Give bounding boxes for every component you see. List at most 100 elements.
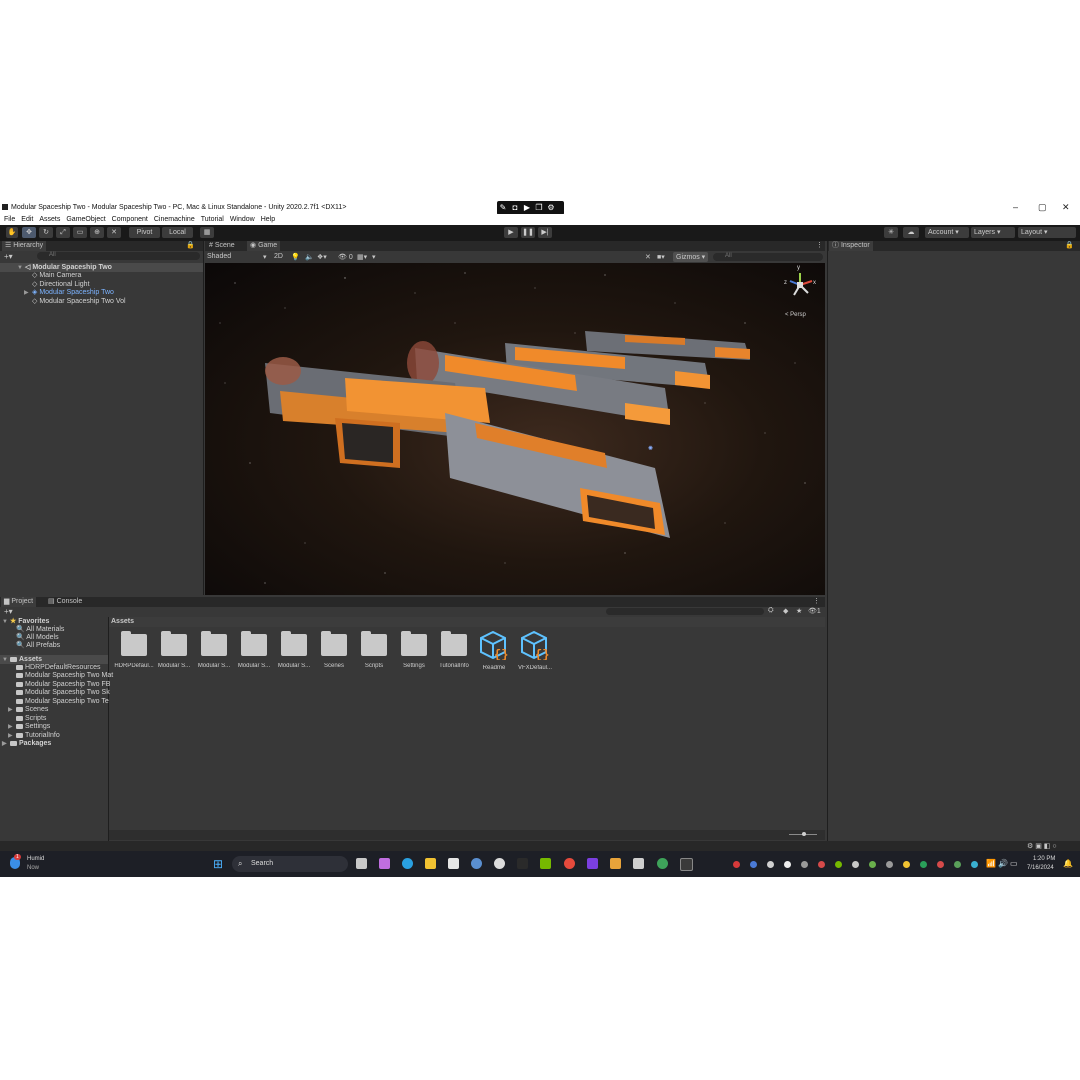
packages-root[interactable]: ▶ Packages [2, 740, 51, 748]
tree-item[interactable]: Modular Spaceship Two Te [16, 698, 109, 706]
asset-folder[interactable]: Modular S... [154, 631, 194, 669]
close-button[interactable]: ✕ [1062, 202, 1070, 213]
volume-icon[interactable]: 🔊 [998, 859, 1008, 868]
copy-icon[interactable]: ❐ [533, 202, 545, 214]
tray-vs-icon[interactable] [852, 861, 859, 868]
camera-icon[interactable]: ◘ [509, 202, 521, 214]
hierarchy-scene-root[interactable]: ▼ ◁ Modular Spaceship Two [17, 264, 112, 272]
app-icon-globe[interactable] [471, 858, 482, 869]
favorites-header[interactable]: ▼ ★ Favorites [2, 618, 49, 626]
chrome-alt-icon[interactable] [657, 858, 668, 869]
tree-item[interactable]: Scripts [16, 715, 46, 723]
rotate-tool-icon[interactable]: ↻ [39, 227, 53, 238]
asset-readme[interactable]: {} Readme [474, 630, 514, 671]
tray-green-icon[interactable] [869, 861, 876, 868]
menu-component[interactable]: Component [112, 214, 148, 225]
assets-root[interactable]: ▼ Assets [2, 656, 42, 664]
task-view-icon[interactable] [356, 858, 367, 869]
account-dropdown[interactable]: Account ▾ [925, 227, 969, 238]
asset-folder[interactable]: HDRPDefaul... [114, 631, 154, 669]
mode-2d-toggle[interactable]: 2D [274, 253, 283, 260]
asset-folder[interactable]: Scripts [354, 631, 394, 669]
lighting-icon[interactable]: 💡 [291, 253, 300, 261]
rect-tool-icon[interactable]: ▭ [73, 227, 87, 238]
grid-snap-icon[interactable]: ▦ [200, 227, 214, 238]
hidden-packages-toggle[interactable]: 👁1 [808, 607, 821, 615]
minimize-button[interactable]: – [1013, 202, 1018, 212]
clipchamp-icon[interactable] [587, 858, 598, 869]
icon-size-slider[interactable] [802, 832, 806, 836]
menu-help[interactable]: Help [261, 214, 275, 225]
wifi-icon[interactable]: 📶 [986, 859, 996, 868]
tray-teams-icon[interactable] [750, 861, 757, 868]
tab-hierarchy[interactable]: ☰ Hierarchy [2, 241, 47, 251]
asset-folder[interactable]: Scenes [314, 631, 354, 669]
menu-file[interactable]: File [4, 214, 15, 225]
scene-search-input[interactable]: All [713, 253, 823, 261]
asset-folder[interactable]: Settings [394, 631, 434, 669]
video-icon[interactable]: ▶ [521, 202, 533, 214]
step-button[interactable]: ▶| [538, 227, 552, 238]
tab-scene[interactable]: # Scene [206, 241, 238, 251]
tray-red-icon[interactable] [937, 861, 944, 868]
asset-folder[interactable]: TutorialInfo [434, 631, 474, 669]
custom-tool-icon[interactable]: ✕ [107, 227, 121, 238]
pivot-toggle[interactable]: Pivot [129, 227, 160, 238]
tree-item[interactable]: HDRPDefaultResources [16, 664, 100, 672]
menu-assets[interactable]: Assets [39, 214, 60, 225]
project-menu-icon[interactable]: ⋮ [810, 597, 823, 607]
tab-game[interactable]: ◉ Game [247, 241, 281, 251]
status-icons[interactable]: ⚙ ▣ ◧ ○ [1027, 842, 1057, 850]
user-name[interactable]: Humid [27, 856, 44, 862]
tab-console[interactable]: ▤ Console [45, 597, 85, 607]
asset-folder[interactable]: Modular S... [194, 631, 234, 669]
clock-time[interactable]: 1:20 PM [1033, 856, 1055, 862]
project-add-icon[interactable]: +▾ [4, 607, 13, 616]
transform-tool-icon[interactable]: ⊕ [90, 227, 104, 238]
battery-icon[interactable]: ▭ [1010, 859, 1018, 868]
scale-tool-icon[interactable]: ⤢ [56, 227, 70, 238]
tree-item[interactable]: ▶ Settings [8, 723, 50, 731]
chrome-icon[interactable] [564, 858, 575, 869]
tree-item[interactable]: Modular Spaceship Two Sk [16, 689, 110, 697]
filter-label-icon[interactable]: ◆ [783, 607, 788, 615]
effects-icon[interactable]: ❖▾ [317, 253, 327, 261]
maximize-button[interactable]: ▢ [1038, 202, 1047, 213]
pen-icon[interactable]: ✎ [497, 202, 509, 214]
favorite-all-materials[interactable]: 🔍 All Materials [16, 626, 64, 634]
tree-item[interactable]: Modular Spaceship Two Mat [16, 672, 113, 680]
scene-menu-icon[interactable]: ⋮ [813, 241, 826, 251]
copilot-icon[interactable] [379, 858, 390, 869]
breadcrumb-assets[interactable]: Assets [111, 618, 134, 625]
local-toggle[interactable]: Local [162, 227, 193, 238]
tree-item[interactable]: ▶ Scenes [8, 706, 48, 714]
tray-record-icon[interactable] [733, 861, 740, 868]
sublime-icon[interactable] [610, 858, 621, 869]
tree-item[interactable]: Modular Spaceship Two FB [16, 681, 110, 689]
asset-folder[interactable]: Modular S... [274, 631, 314, 669]
tab-project[interactable]: ▆ Project [1, 597, 37, 607]
hierarchy-item-main-camera[interactable]: ◇ Main Camera [32, 272, 81, 280]
taskbar-search-input[interactable]: ⌕ Search [232, 856, 348, 872]
file-explorer-icon[interactable] [425, 858, 436, 869]
add-icon[interactable]: +▾ [4, 252, 13, 261]
menu-gameobject[interactable]: GameObject [66, 214, 105, 225]
orientation-gizmo[interactable]: y x z [782, 265, 818, 303]
unity-taskbar-icon[interactable] [680, 858, 693, 871]
grid-icon[interactable]: ▦▾ [357, 253, 367, 261]
tray-green2-icon[interactable] [920, 861, 927, 868]
hierarchy-item-directional-light[interactable]: ◇ Directional Light [32, 281, 90, 289]
app-icon-dark[interactable] [517, 858, 528, 869]
persp-label[interactable]: < Persp [785, 312, 806, 318]
cloud-icon[interactable]: ☁ [903, 227, 919, 238]
clock-date[interactable]: 7/16/2024 [1027, 865, 1054, 871]
camera-settings-icon[interactable]: ■▾ [657, 253, 665, 261]
snipping-tool-icon[interactable] [633, 858, 644, 869]
audio-icon[interactable]: 🔈 [305, 253, 314, 261]
tray-blue-icon[interactable] [971, 861, 978, 868]
tray-nvidia-icon[interactable] [835, 861, 842, 868]
hierarchy-search-input[interactable]: All [37, 252, 200, 260]
tray-chrome-icon[interactable] [784, 861, 791, 868]
store-icon[interactable] [448, 858, 459, 869]
lock-icon[interactable]: 🔒 [183, 241, 198, 251]
